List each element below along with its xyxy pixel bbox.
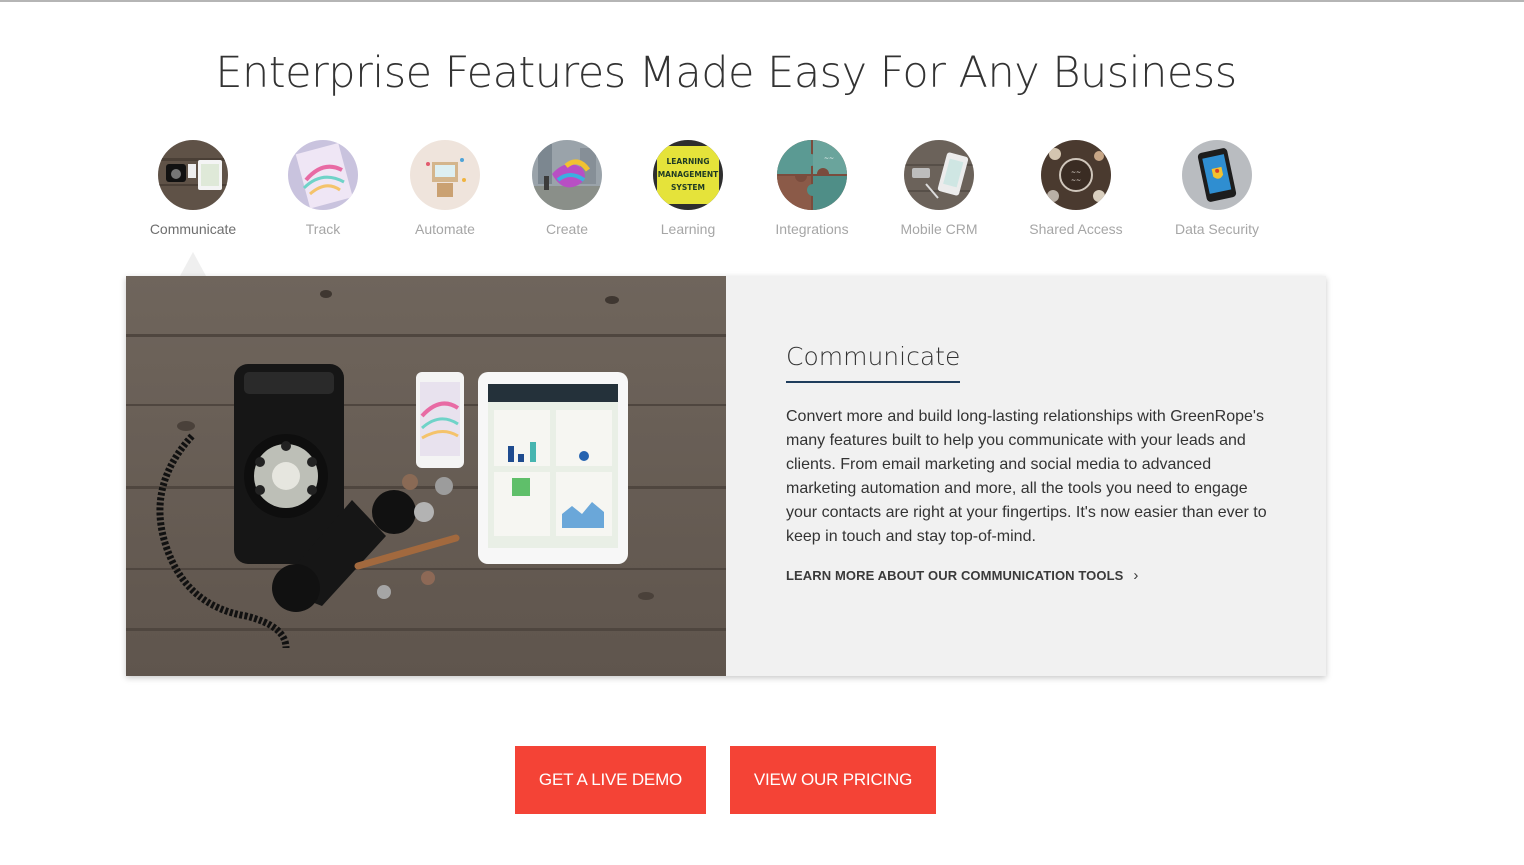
mobile-crm-thumbnail [904,140,974,210]
communicate-feature-image [126,276,726,676]
integrations-thumbnail: ~~ [777,140,847,210]
tab-label: Shared Access [1029,221,1123,237]
learn-more-label: LEARN MORE ABOUT OUR COMMUNICATION TOOLS [786,568,1124,583]
live-demo-button[interactable]: GET A LIVE DEMO [515,746,706,814]
tab-label: Mobile CRM [900,221,978,237]
tab-label: Data Security [1174,221,1260,237]
tab-communicate[interactable]: Communicate [118,140,268,237]
automate-thumbnail [410,140,480,210]
tab-data-security[interactable]: Data Security [1142,140,1292,237]
data-security-thumbnail [1182,140,1252,210]
view-pricing-button[interactable]: VIEW OUR PRICING [730,746,936,814]
feature-tabs: Communicate Track Automate Create LEARNI… [0,140,1524,250]
track-thumbnail [288,140,358,210]
learning-thumbnail: LEARNING MANAGEMENT SYSTEM [653,140,723,210]
panel-content: Communicate Convert more and build long-… [786,342,1276,585]
tab-label: Communicate [149,221,237,237]
learn-more-link[interactable]: LEARN MORE ABOUT OUR COMMUNICATION TOOLS… [786,567,1139,584]
tab-mobile-crm[interactable]: Mobile CRM [864,140,1014,237]
shared-access-thumbnail: ~~ ~~ [1041,140,1111,210]
svg-text:SYSTEM: SYSTEM [671,183,705,192]
svg-text:~~: ~~ [824,155,834,162]
svg-text:~~: ~~ [1071,177,1081,184]
svg-text:MANAGEMENT: MANAGEMENT [658,170,719,179]
active-tab-pointer [180,252,206,276]
chevron-right-icon: › [1133,567,1139,584]
svg-text:LEARNING: LEARNING [667,157,710,166]
top-divider [0,0,1524,2]
create-thumbnail [532,140,602,210]
tab-shared-access[interactable]: ~~ ~~ Shared Access [1001,140,1151,237]
svg-text:~~: ~~ [1071,169,1081,176]
communicate-thumbnail [158,140,228,210]
panel-title: Communicate [786,342,961,383]
section-heading: Enterprise Features Made Easy For Any Bu… [215,48,1237,98]
feature-panel: Communicate Convert more and build long-… [126,276,1326,676]
panel-description: Convert more and build long-lasting rela… [786,408,1267,545]
